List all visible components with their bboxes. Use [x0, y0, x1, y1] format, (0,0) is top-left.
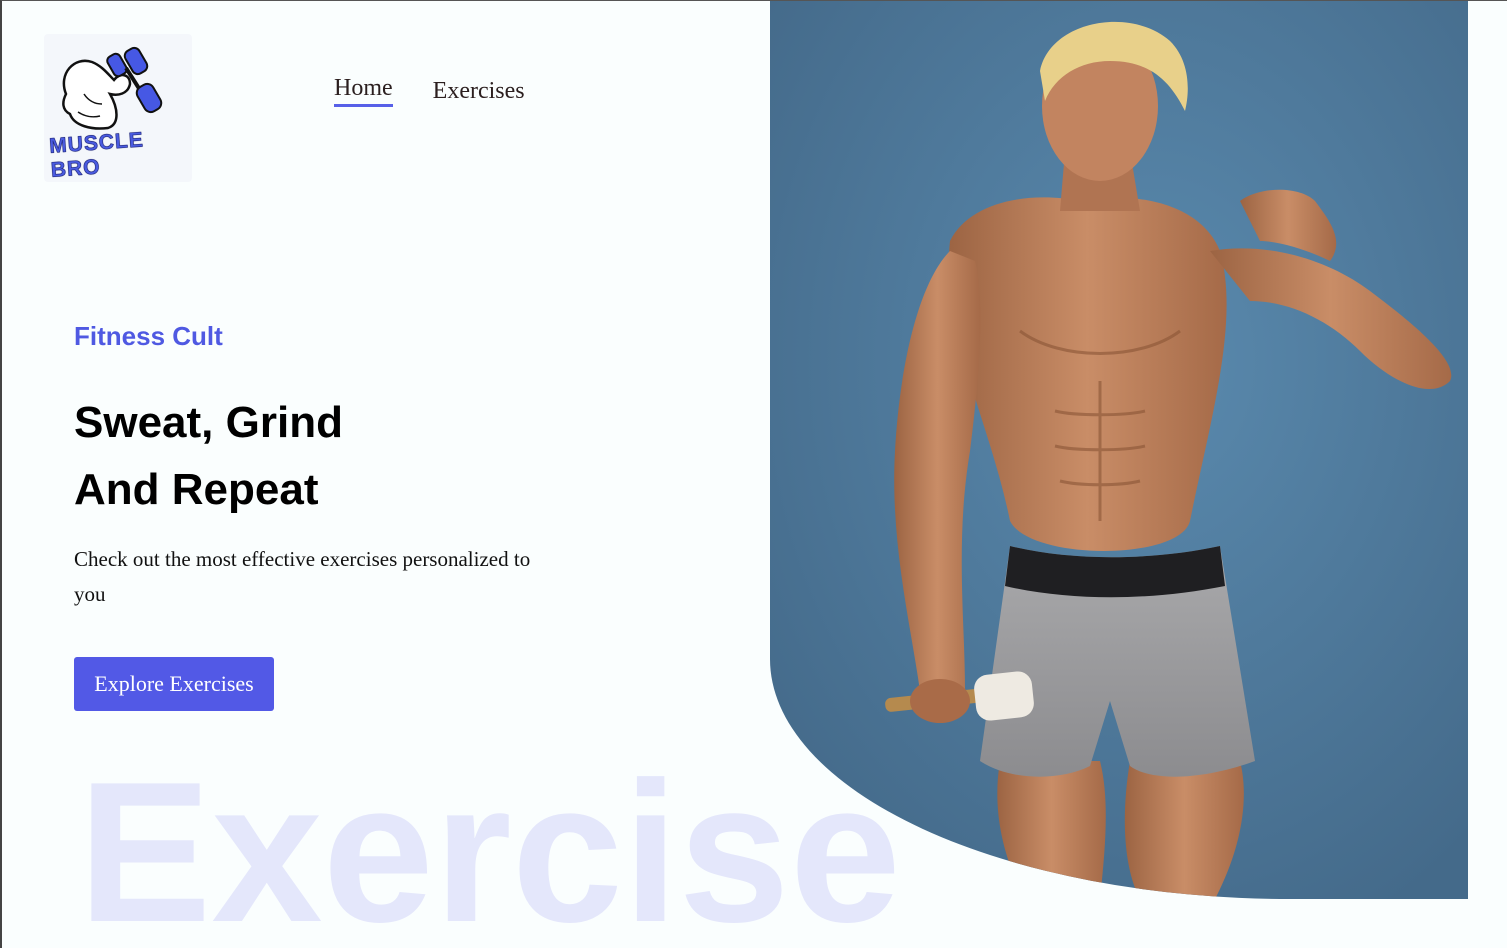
main-nav: Home Exercises — [334, 75, 525, 107]
nav-exercises-link[interactable]: Exercises — [433, 78, 525, 107]
bodybuilder-illustration — [770, 1, 1468, 899]
hero-kicker: Fitness Cult — [74, 321, 223, 351]
headline-line-2: And Repeat — [74, 465, 319, 514]
logo[interactable]: MUSCLE BRO — [44, 34, 192, 182]
hero-headline: Sweat, Grind And Repeat — [74, 389, 343, 523]
headline-line-1: Sweat, Grind — [74, 398, 343, 447]
explore-exercises-button[interactable]: Explore Exercises — [74, 657, 274, 711]
nav-home-link[interactable]: Home — [334, 75, 393, 107]
logo-text: MUSCLE BRO — [48, 128, 145, 182]
hero-description: Check out the most effective exercises p… — [74, 547, 531, 606]
hero-image — [770, 1, 1468, 899]
background-watermark-word: Exercise — [78, 741, 901, 948]
landing-page: MUSCLE BRO Home Exercises Exercise Fitne… — [0, 0, 1507, 948]
